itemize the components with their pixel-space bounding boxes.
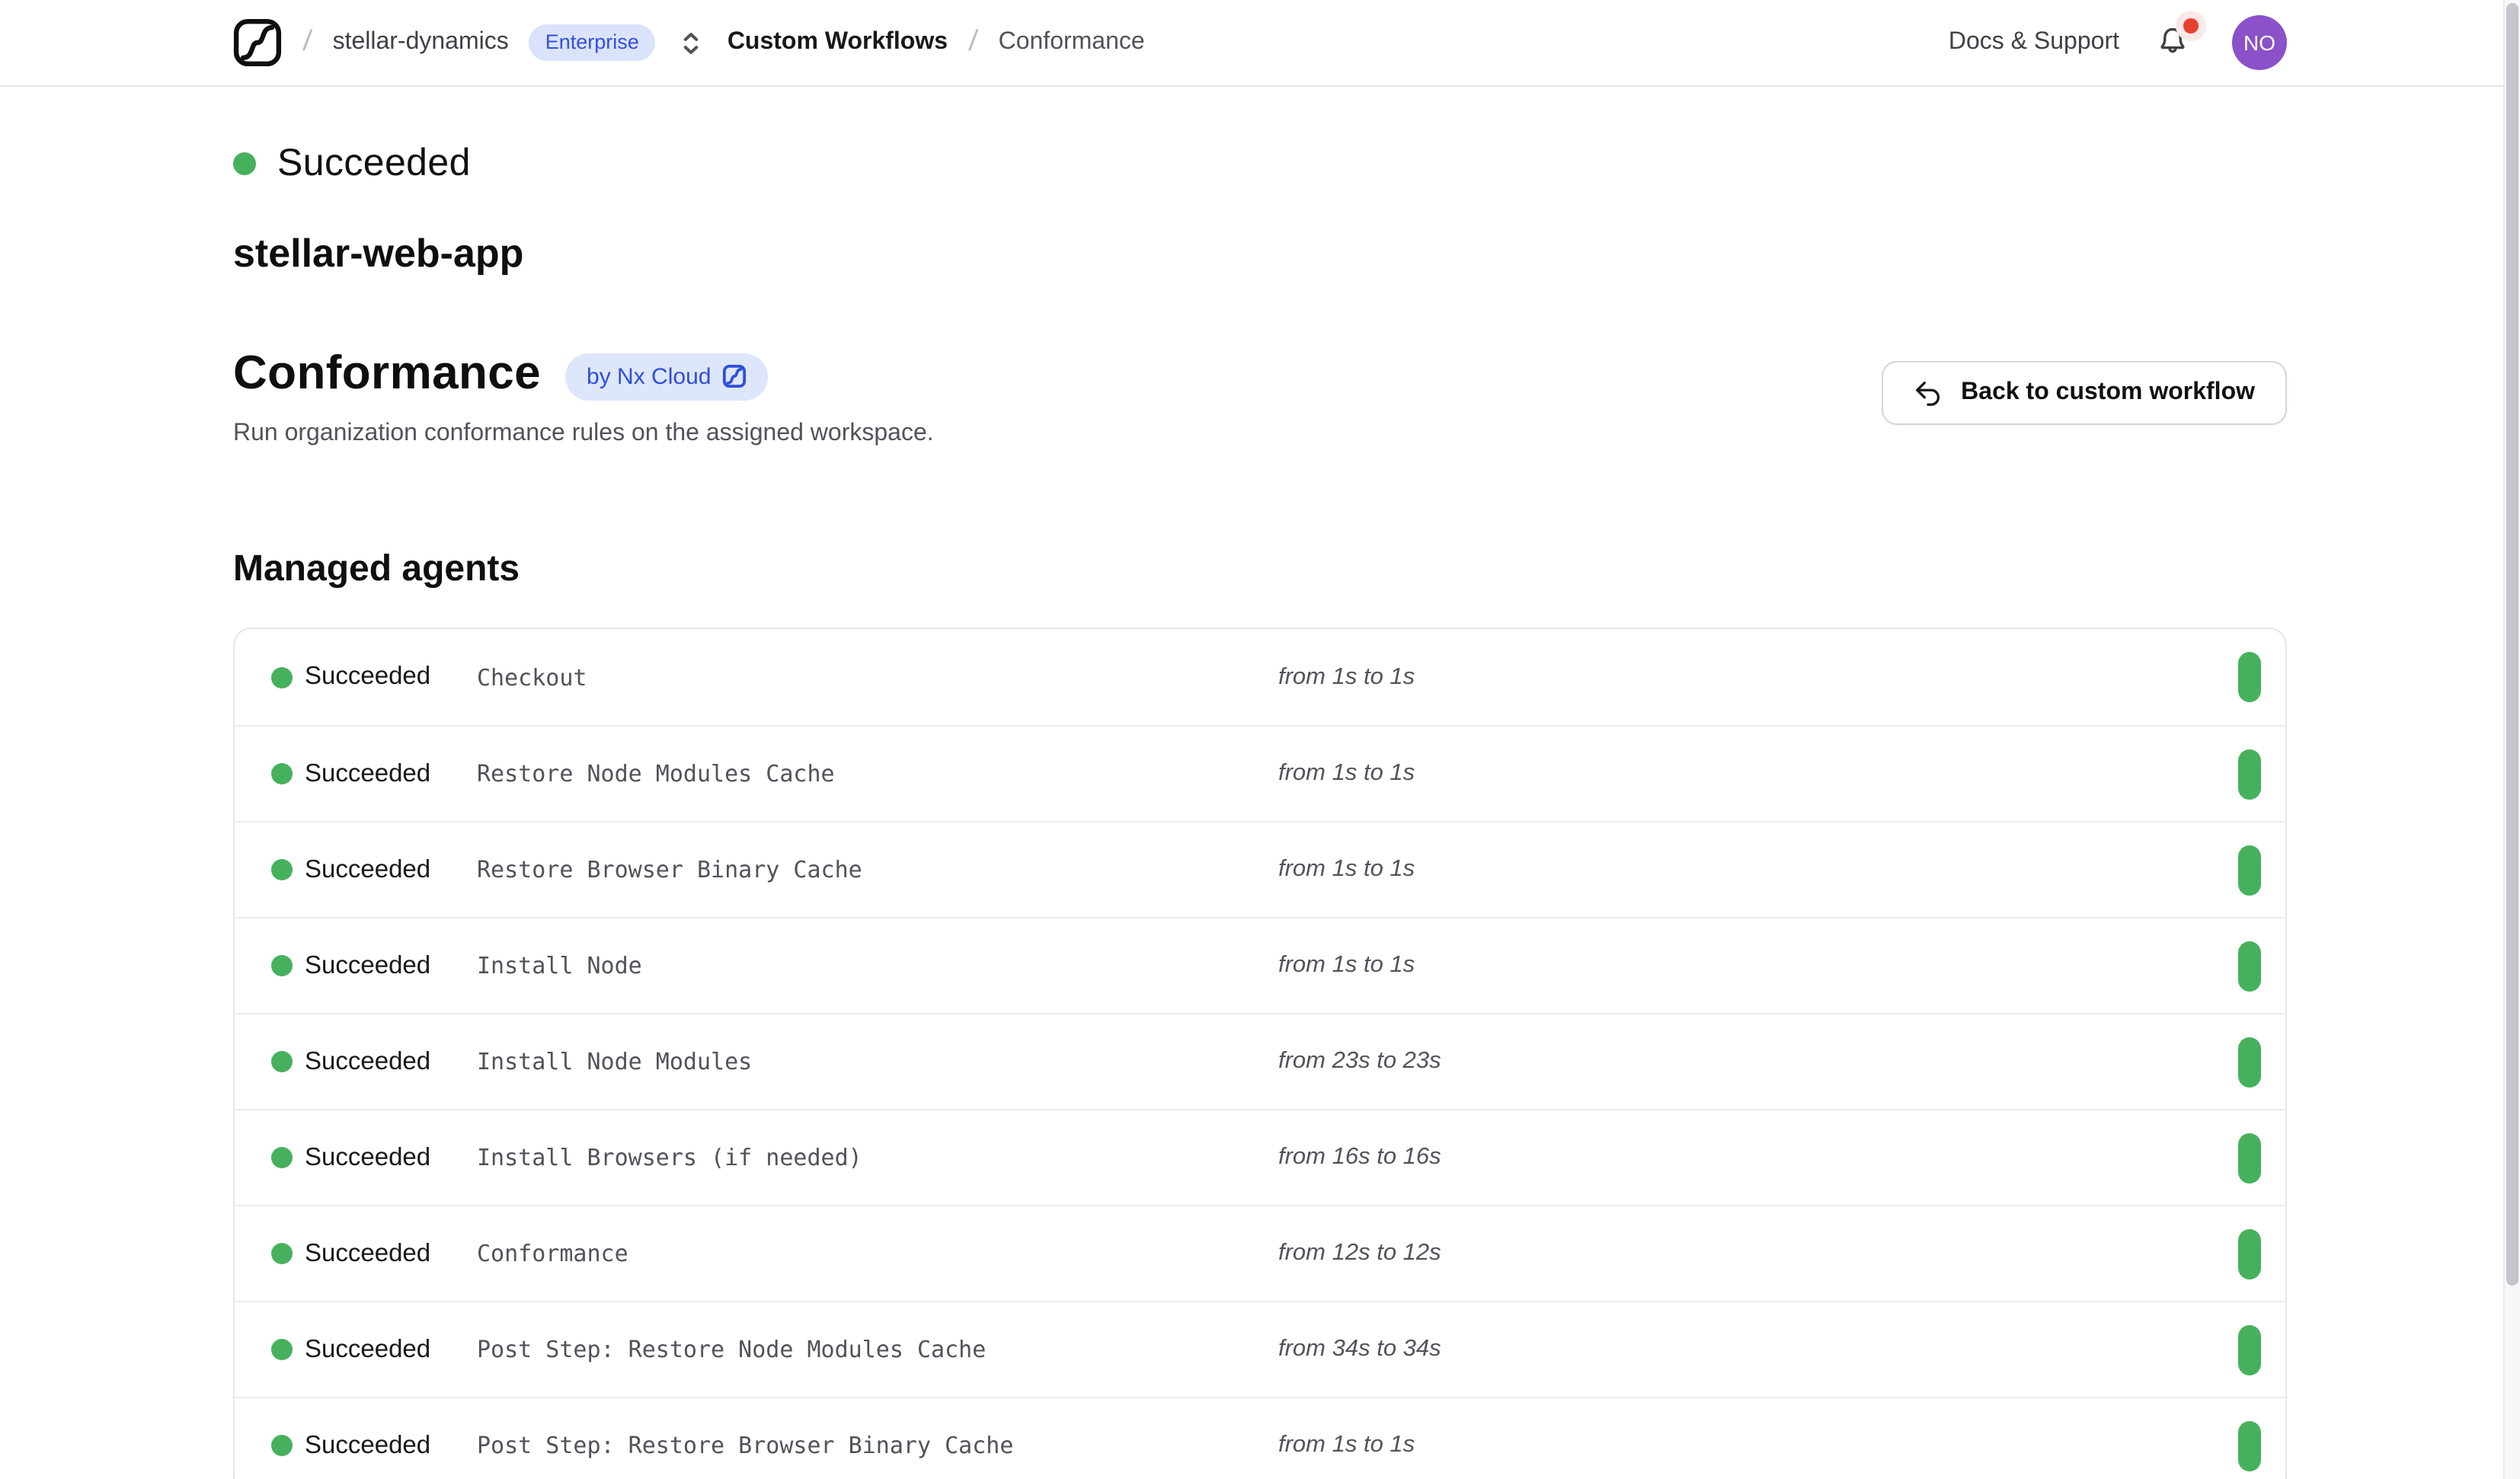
nx-cloud-logo-icon[interactable] [233,18,282,67]
nx-cloud-logo-icon [721,364,746,388]
agent-step-row[interactable]: Succeeded Restore Browser Binary Cache f… [235,821,2285,917]
chevron-up-down-icon[interactable] [679,30,705,56]
step-status-label: Succeeded [305,1143,477,1172]
run-status-label: Succeeded [277,142,471,186]
step-name: Post Step: Restore Node Modules Cache [477,1336,1278,1363]
green-duration-bar [2238,1037,2261,1087]
notification-dot [2183,18,2199,34]
docs-support-link[interactable]: Docs & Support [1949,29,2119,56]
green-duration-bar [2238,845,2261,895]
step-timing: from 34s to 34s [1278,1336,1441,1363]
managed-agents-list: Succeeded Checkout from 1s to 1s Succeed… [233,628,2287,1479]
green-status-dot [271,955,293,976]
step-name: Conformance [477,1240,1278,1267]
green-duration-bar [2238,1324,2261,1375]
green-duration-bar [2238,652,2261,702]
step-name: Restore Browser Binary Cache [477,856,1278,883]
managed-agents-title: Managed agents [233,548,2287,591]
green-duration-bar [2238,749,2261,799]
undo-arrow-icon [1914,379,1943,407]
step-status-label: Succeeded [305,855,477,884]
green-status-dot [271,1339,293,1360]
step-status-label: Succeeded [305,759,477,788]
step-timing: from 1s to 1s [1278,952,1415,979]
scrollbar-track[interactable] [2503,0,2520,1479]
by-nx-cloud-label: by Nx Cloud [587,363,711,389]
step-status-label: Succeeded [305,663,477,692]
green-status-dot [271,859,293,880]
step-timing: from 23s to 23s [1278,1048,1441,1075]
app-title: stellar-web-app [233,230,2287,277]
avatar[interactable]: NO [2232,15,2287,70]
page-title: Conformance [233,346,541,401]
step-timing: from 16s to 16s [1278,1144,1441,1171]
step-name: Checkout [477,663,1278,691]
green-status-dot [271,1147,293,1168]
step-status-label: Succeeded [305,1239,477,1268]
back-button-label: Back to custom workflow [1961,379,2255,407]
step-status-label: Succeeded [305,1335,477,1364]
green-status-dot [233,152,256,175]
back-to-custom-workflow-button[interactable]: Back to custom workflow [1882,361,2287,425]
agent-step-row[interactable]: Succeeded Post Step: Restore Node Module… [235,1301,2285,1397]
breadcrumb-separator: / [300,26,315,59]
enterprise-plan-badge: Enterprise [529,24,656,61]
top-nav-bar: / stellar-dynamics Enterprise Custom Wor… [0,0,2520,87]
run-status: Succeeded [233,142,2287,186]
step-status-label: Succeeded [305,951,477,980]
agent-step-row[interactable]: Succeeded Checkout from 1s to 1s [235,629,2285,725]
step-timing: from 12s to 12s [1278,1240,1441,1267]
agent-step-row[interactable]: Succeeded Install Node Modules from 23s … [235,1013,2285,1109]
step-timing: from 1s to 1s [1278,856,1415,883]
agent-step-row[interactable]: Succeeded Install Browsers (if needed) f… [235,1109,2285,1205]
step-timing: from 1s to 1s [1278,1432,1415,1459]
green-duration-bar [2238,941,2261,991]
section-header: Conformance by Nx Cloud Run organization… [233,346,2287,448]
green-status-dot [271,1051,293,1072]
step-status-label: Succeeded [305,1431,477,1460]
step-name: Install Browsers (if needed) [477,1144,1278,1171]
scrollbar-thumb[interactable] [2506,3,2518,1286]
agent-step-row[interactable]: Succeeded Install Node from 1s to 1s [235,917,2285,1013]
notifications-button[interactable] [2154,23,2194,62]
breadcrumb-separator: / [966,26,980,59]
section-description: Run organization conformance rules on th… [233,420,934,448]
step-name: Install Node [477,952,1278,979]
green-duration-bar [2238,1420,2261,1471]
green-status-dot [271,1435,293,1456]
app-window: / stellar-dynamics Enterprise Custom Wor… [0,0,2520,1479]
green-status-dot [271,666,293,688]
green-status-dot [271,763,293,784]
step-name: Post Step: Restore Browser Binary Cache [477,1432,1278,1459]
step-timing: from 1s to 1s [1278,663,1415,691]
agent-step-row[interactable]: Succeeded Restore Node Modules Cache fro… [235,725,2285,821]
breadcrumb-section[interactable]: Custom Workflows [728,29,948,56]
green-duration-bar [2238,1132,2261,1183]
step-timing: from 1s to 1s [1278,760,1415,787]
agent-step-row[interactable]: Succeeded Conformance from 12s to 12s [235,1205,2285,1301]
main-content: Succeeded stellar-web-app Conformance by… [233,87,2287,1479]
step-name: Restore Node Modules Cache [477,760,1278,787]
green-status-dot [271,1243,293,1264]
breadcrumb-workspace[interactable]: stellar-dynamics [333,29,509,56]
by-nx-cloud-badge[interactable]: by Nx Cloud [565,353,767,400]
step-name: Install Node Modules [477,1048,1278,1075]
step-status-label: Succeeded [305,1047,477,1076]
breadcrumb-page: Conformance [999,29,1145,56]
agent-step-row[interactable]: Succeeded Post Step: Restore Browser Bin… [235,1397,2285,1479]
green-duration-bar [2238,1228,2261,1279]
